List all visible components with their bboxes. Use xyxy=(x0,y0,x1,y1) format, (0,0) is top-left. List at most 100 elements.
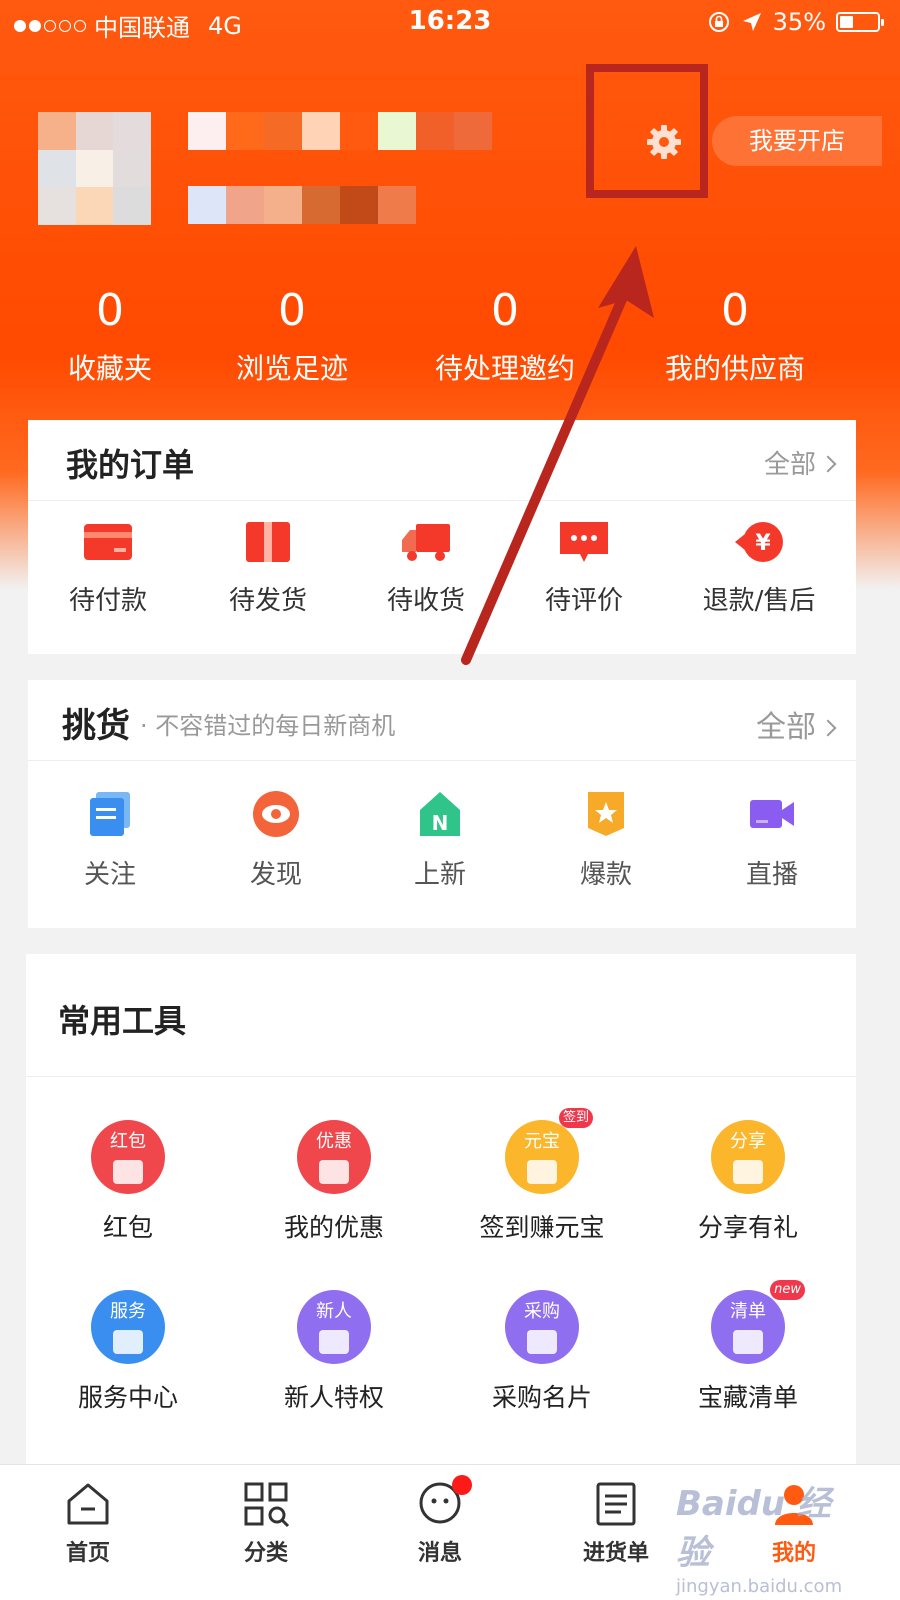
tab-purchase-list[interactable]: 进货单 xyxy=(566,1479,666,1567)
stat-favorites[interactable]: 0 收藏夹 xyxy=(50,282,170,398)
tool-label: 签到赚元宝 xyxy=(479,1213,605,1242)
order-pending-review[interactable]: 待评价 xyxy=(504,518,664,617)
tool-checkin-ingots[interactable]: 元宝 签到 签到赚元宝 xyxy=(442,1108,642,1244)
stats-row: 0 收藏夹 0 浏览足迹 0 待处理邀约 0 我的供应商 xyxy=(0,282,900,402)
battery-percent: 35% xyxy=(772,8,826,36)
battery-icon xyxy=(836,12,884,32)
home-icon xyxy=(67,1483,109,1525)
tool-purchase-card[interactable]: 采购 采购名片 xyxy=(442,1290,642,1414)
orders-title: 我的订单 xyxy=(66,446,195,484)
pick-all-link[interactable]: 全部 xyxy=(756,702,837,746)
pick-all-label: 全部 xyxy=(756,710,816,745)
pick-title: 挑货 xyxy=(62,706,130,746)
icon-caption: 清单 xyxy=(730,1301,766,1322)
stat-label: 待处理邀约 xyxy=(434,352,575,385)
tab-messages[interactable]: 消息 xyxy=(390,1475,490,1567)
location-arrow-icon xyxy=(742,13,761,31)
tool-label: 我的优惠 xyxy=(283,1213,384,1242)
pick-label: 爆款 xyxy=(579,860,632,890)
icon-caption: 服务 xyxy=(110,1301,146,1322)
tool-service-center[interactable]: 服务 服务中心 xyxy=(28,1290,228,1414)
chevron-right-icon xyxy=(819,455,837,473)
battery-fill xyxy=(840,16,853,28)
divider xyxy=(28,500,856,501)
truck-icon xyxy=(402,524,450,561)
tools-card: 常用工具 红包 红包 优惠 我的优惠 元宝 签到 签到赚元宝 分享 分享有礼 服… xyxy=(26,954,856,1474)
tool-label: 新人特权 xyxy=(283,1383,384,1412)
tool-label: 采购名片 xyxy=(491,1383,592,1412)
order-pending-shipment[interactable]: 待发货 xyxy=(188,518,348,617)
order-label: 待付款 xyxy=(68,586,147,616)
new-house-icon: N xyxy=(420,792,460,836)
stat-label: 我的供应商 xyxy=(664,352,805,385)
avatar[interactable] xyxy=(38,112,151,225)
coupon-icon: 优惠 xyxy=(297,1120,371,1194)
stat-suppliers[interactable]: 0 我的供应商 xyxy=(650,282,820,398)
gift-icon: 分享 xyxy=(711,1120,785,1194)
chevron-right-icon xyxy=(819,719,837,737)
star-badge-icon xyxy=(588,792,624,836)
pick-label: 直播 xyxy=(745,860,798,890)
stat-history[interactable]: 0 浏览足迹 xyxy=(222,282,362,398)
tab-label: 进货单 xyxy=(582,1541,649,1566)
unread-dot xyxy=(452,1475,472,1495)
tab-category[interactable]: 分类 xyxy=(216,1479,316,1567)
tool-share-gift[interactable]: 分享 分享有礼 xyxy=(648,1120,848,1244)
icon-caption: 元宝 xyxy=(524,1131,560,1152)
orders-all-label: 全部 xyxy=(763,450,816,480)
order-label: 退款/售后 xyxy=(702,586,816,616)
pick-goods-card: 挑货 · 不容错过的每日新商机 全部 关注 发现 N 上新 爆款 直播 xyxy=(28,680,856,928)
stat-label: 浏览足迹 xyxy=(235,352,348,385)
pick-live[interactable]: 直播 xyxy=(712,790,832,891)
tab-label: 消息 xyxy=(417,1541,462,1566)
package-icon xyxy=(246,522,290,562)
pick-new-arrivals[interactable]: N 上新 xyxy=(380,790,500,891)
follow-icon xyxy=(90,792,130,836)
gear-icon[interactable] xyxy=(646,124,682,160)
tool-label: 红包 xyxy=(102,1213,153,1242)
comment-icon xyxy=(560,522,608,562)
pick-label: 发现 xyxy=(249,860,302,890)
video-camera-icon xyxy=(750,800,794,828)
stat-count: 0 xyxy=(278,285,306,336)
order-pending-receipt[interactable]: 待收货 xyxy=(346,518,506,617)
checkin-badge: 签到 xyxy=(558,1108,593,1128)
pick-label: 关注 xyxy=(83,860,136,890)
pick-label: 上新 xyxy=(413,860,466,890)
tab-label: 分类 xyxy=(243,1541,288,1566)
orders-all-link[interactable]: 全部 xyxy=(763,444,837,481)
baidu-watermark: Baidu 经验 jingyan.baidu.com xyxy=(676,1476,846,1597)
open-store-button[interactable]: 我要开店 xyxy=(712,116,882,166)
tab-home[interactable]: 首页 xyxy=(38,1479,138,1567)
ingot-icon: 元宝 签到 xyxy=(505,1108,593,1194)
divider xyxy=(26,1076,856,1077)
icon-caption: 分享 xyxy=(730,1131,766,1152)
tool-newcomer-privileges[interactable]: 新人 新人特权 xyxy=(234,1290,434,1414)
icon-caption: 新人 xyxy=(316,1301,352,1322)
pick-discover[interactable]: 发现 xyxy=(216,790,336,891)
order-pending-payment[interactable]: 待付款 xyxy=(28,518,188,617)
card-icon xyxy=(84,524,132,560)
icon-caption: 采购 xyxy=(524,1301,560,1322)
category-icon xyxy=(244,1482,290,1528)
status-right: 35% xyxy=(707,8,884,36)
stat-label: 收藏夹 xyxy=(67,352,152,385)
watermark-url: jingyan.baidu.com xyxy=(676,1576,843,1597)
stat-invitations[interactable]: 0 待处理邀约 xyxy=(420,282,590,398)
pick-follow[interactable]: 关注 xyxy=(50,790,170,891)
refund-icon: ¥ xyxy=(735,522,783,562)
stat-count: 0 xyxy=(721,285,749,336)
treasure-list-icon: 清单 new xyxy=(711,1280,805,1364)
red-packet-icon: 红包 xyxy=(91,1120,165,1194)
order-label: 待发货 xyxy=(228,586,307,616)
tool-treasure-list[interactable]: 清单 new 宝藏清单 xyxy=(648,1280,848,1414)
tool-my-coupons[interactable]: 优惠 我的优惠 xyxy=(234,1120,434,1244)
tool-red-packet[interactable]: 红包 红包 xyxy=(28,1120,228,1244)
orders-card: 我的订单 全部 待付款 待发货 待收货 待评价 ¥ 退款/售后 xyxy=(28,420,856,654)
pick-hot-items[interactable]: 爆款 xyxy=(546,790,666,891)
icon-caption: 红包 xyxy=(110,1131,146,1152)
tools-title: 常用工具 xyxy=(58,1002,187,1040)
order-label: 待评价 xyxy=(544,586,623,616)
order-refund-aftersales[interactable]: ¥ 退款/售后 xyxy=(664,518,854,617)
pick-subtitle: · 不容错过的每日新商机 xyxy=(140,712,396,740)
